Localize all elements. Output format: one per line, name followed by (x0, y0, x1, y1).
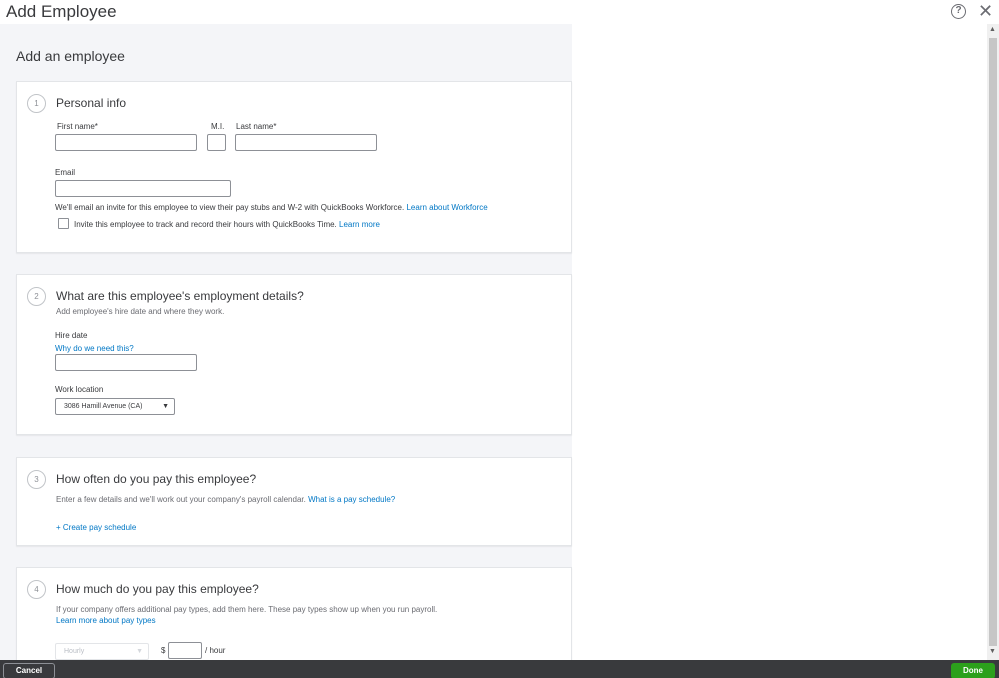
pay-types-description: If your company offers additional pay ty… (56, 605, 438, 614)
pay-rate-card: 4 How much do you pay this employee? If … (16, 567, 572, 660)
scroll-down-arrow-icon[interactable]: ▼ (989, 648, 996, 655)
cancel-button[interactable]: Cancel (3, 663, 55, 678)
learn-about-workforce-link[interactable]: Learn about Workforce (406, 203, 487, 212)
pay-type-value: Hourly (64, 648, 85, 655)
close-icon[interactable]: ✕ (978, 1, 993, 21)
employment-details-title: What are this employee's employment deta… (56, 289, 304, 303)
page-heading: Add an employee (16, 48, 125, 64)
done-button[interactable]: Done (951, 663, 995, 678)
work-location-label: Work location (55, 385, 104, 394)
invite-time-text: Invite this employee to track and record… (74, 220, 337, 229)
email-label: Email (55, 168, 76, 177)
title-bar: Add Employee ? ✕ (0, 0, 999, 24)
last-name-label: Last name* (236, 122, 277, 131)
currency-symbol: $ (161, 646, 166, 655)
email-input[interactable] (55, 180, 231, 197)
pay-rate-title: How much do you pay this employee? (56, 582, 259, 596)
right-panel (572, 24, 987, 660)
pay-schedule-description-text: Enter a few details and we'll work out y… (56, 495, 306, 504)
pay-schedule-title: How often do you pay this employee? (56, 472, 257, 486)
footer-bar: Cancel Done (0, 660, 999, 678)
step-3-badge: 3 (27, 470, 46, 489)
work-location-value: 3086 Hamill Avenue (CA) (64, 403, 143, 410)
pay-rate-input[interactable] (168, 642, 202, 659)
learn-more-pay-types-link[interactable]: Learn more about pay types (56, 616, 156, 625)
step-2-badge: 2 (27, 287, 46, 306)
window-title: Add Employee (6, 2, 117, 21)
pay-schedule-card: 3 How often do you pay this employee? En… (16, 457, 572, 546)
chevron-down-icon: ▼ (162, 403, 169, 410)
employment-details-card: 2 What are this employee's employment de… (16, 274, 572, 435)
hire-date-label: Hire date (55, 331, 88, 340)
employment-details-subtitle: Add employee's hire date and where they … (56, 307, 225, 316)
create-pay-schedule-link[interactable]: + Create pay schedule (56, 523, 136, 532)
scroll-up-arrow-icon[interactable]: ▲ (989, 26, 996, 33)
middle-initial-label: M.I. (211, 122, 225, 131)
middle-initial-input[interactable] (207, 134, 226, 151)
scroll-thumb[interactable] (989, 38, 997, 646)
personal-info-title: Personal info (56, 96, 127, 110)
pay-type-select[interactable]: Hourly ▼ (55, 643, 149, 660)
step-1-badge: 1 (27, 94, 46, 113)
last-name-input[interactable] (235, 134, 377, 151)
step-4-badge: 4 (27, 580, 46, 599)
work-location-select[interactable]: 3086 Hamill Avenue (CA) ▼ (55, 398, 175, 415)
hire-date-input[interactable] (55, 354, 197, 371)
invite-learn-more-link[interactable]: Learn more (339, 220, 380, 229)
first-name-label: First name* (57, 122, 98, 131)
invite-time-row: Invite this employee to track and record… (74, 220, 380, 229)
personal-info-card: 1 Personal info First name* M.I. Last na… (16, 81, 572, 253)
invite-time-checkbox[interactable] (58, 218, 69, 229)
email-invite-note: We'll email an invite for this employee … (55, 203, 488, 212)
why-hire-date-link[interactable]: Why do we need this? (55, 344, 134, 353)
pay-rate-unit: / hour (205, 646, 226, 655)
pay-schedule-description: Enter a few details and we'll work out y… (56, 495, 395, 504)
what-is-pay-schedule-link[interactable]: What is a pay schedule? (308, 495, 395, 504)
email-invite-note-text: We'll email an invite for this employee … (55, 203, 405, 212)
first-name-input[interactable] (55, 134, 197, 151)
vertical-scrollbar[interactable]: ▲ ▼ (987, 24, 999, 660)
help-icon[interactable]: ? (951, 4, 966, 19)
chevron-down-icon: ▼ (136, 648, 143, 655)
form-content: Add an employee 1 Personal info First na… (0, 24, 987, 660)
